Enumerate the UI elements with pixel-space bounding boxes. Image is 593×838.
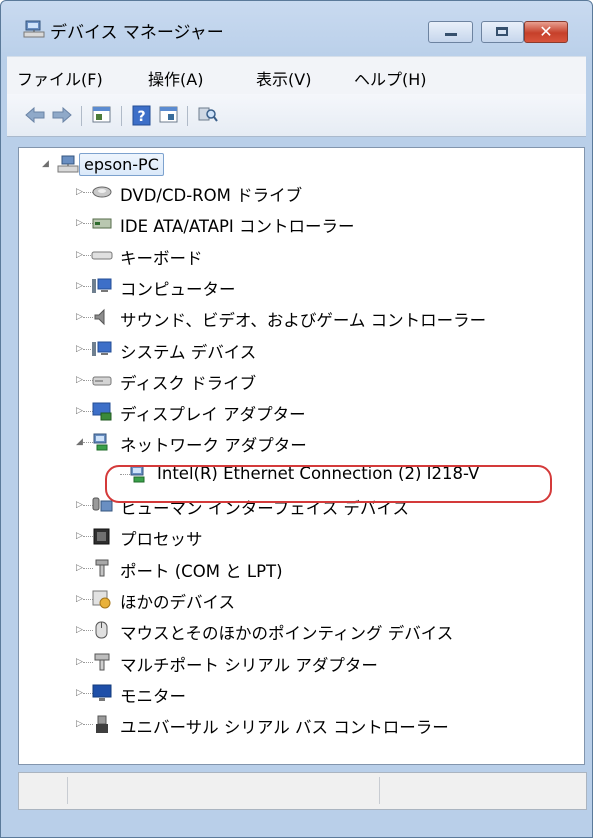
close-button[interactable]: ✕	[524, 21, 568, 43]
category-node[interactable]: ▷ ディスク ドライブ	[19, 368, 579, 394]
device-manager-window: デバイス マネージャー ✕ ファイル(F) 操作(A) 表示(V) ヘルプ(H)…	[0, 0, 593, 838]
category-label: プロセッサ	[120, 530, 203, 550]
category-label: ユニバーサル シリアル バス コントローラー	[120, 718, 449, 738]
menu-bar: ファイル(F) 操作(A) 表示(V) ヘルプ(H)	[7, 56, 586, 95]
menu-action[interactable]: 操作(A)	[148, 66, 203, 90]
menu-help[interactable]: ヘルプ(H)	[354, 66, 427, 90]
keyboard-icon	[91, 251, 113, 260]
tree-root[interactable]: ◢ epson-PC	[19, 148, 319, 176]
minimize-button[interactable]	[428, 21, 473, 43]
category-label: ネットワーク アダプター	[120, 436, 307, 456]
category-node[interactable]: ▷ キーボード	[19, 243, 579, 269]
highlight-ring	[105, 465, 552, 503]
dvd-drive-icon	[92, 186, 112, 198]
mouse-icon	[95, 621, 108, 639]
usb-icon	[96, 715, 108, 734]
menu-view[interactable]: 表示(V)	[256, 66, 311, 90]
minimize-icon	[445, 33, 457, 36]
view-icon[interactable]	[158, 105, 180, 125]
svg-text:?: ?	[137, 109, 145, 125]
computer-icon	[92, 278, 112, 293]
computer-root-icon	[57, 155, 79, 173]
category-node[interactable]: ▷ マルチポート シリアル アダプター	[19, 650, 579, 676]
title-bar[interactable]: デバイス マネージャー ✕	[1, 1, 592, 49]
category-node[interactable]: ▷ ユニバーサル シリアル バス コントローラー	[19, 712, 579, 738]
category-node[interactable]: ▷ DVD/CD-ROM ドライブ	[19, 180, 579, 206]
network-adapter-icon	[93, 433, 108, 451]
category-label: ディスク ドライブ	[120, 373, 257, 393]
category-label: システム デバイス	[120, 342, 257, 362]
category-label: コンピューター	[120, 279, 236, 299]
category-label: マウスとそのほかのポインティング デバイス	[120, 624, 454, 644]
category-node[interactable]: ▷ コンピューター	[19, 274, 579, 300]
ide-controller-icon	[92, 218, 112, 229]
unknown-device-icon	[92, 590, 111, 609]
root-label[interactable]: epson-PC	[79, 153, 164, 176]
toolbar-separator	[81, 106, 82, 126]
collapse-icon[interactable]: ◢	[42, 159, 52, 169]
toolbar: ?	[7, 94, 586, 137]
category-node[interactable]: ▷ モニター	[19, 681, 579, 707]
scan-hardware-icon[interactable]	[197, 105, 219, 125]
toolbar-separator	[187, 106, 188, 126]
display-adapter-icon	[92, 402, 112, 421]
category-node[interactable]: ▷ IDE ATA/ATAPI コントローラー	[19, 211, 579, 237]
menu-file[interactable]: ファイル(F)	[17, 66, 103, 90]
category-node[interactable]: ▷ サウンド、ビデオ、およびゲーム コントローラー	[19, 305, 579, 331]
properties-icon[interactable]	[91, 105, 113, 125]
category-label: キーボード	[120, 248, 203, 268]
category-node[interactable]: ▷ ポート (COM と LPT)	[19, 556, 579, 582]
category-label: マルチポート シリアル アダプター	[120, 655, 378, 675]
category-label: サウンド、ビデオ、およびゲーム コントローラー	[120, 311, 487, 331]
multiport-icon	[94, 653, 110, 670]
device-manager-icon	[23, 20, 45, 38]
system-device-icon	[92, 341, 112, 356]
maximize-icon	[496, 27, 508, 36]
category-node[interactable]: ▷ ほかのデバイス	[19, 587, 579, 613]
processor-icon	[93, 528, 110, 545]
category-label: モニター	[120, 686, 186, 706]
status-bar	[18, 772, 587, 810]
status-separator	[379, 777, 380, 804]
monitor-icon	[92, 684, 112, 701]
back-arrow-icon[interactable]	[24, 105, 46, 125]
toolbar-separator	[121, 106, 122, 126]
status-separator	[67, 777, 68, 804]
window-title: デバイス マネージャー	[50, 23, 224, 43]
maximize-button[interactable]	[481, 21, 524, 43]
close-icon: ✕	[539, 22, 553, 41]
category-label: ほかのデバイス	[120, 592, 236, 612]
help-icon[interactable]: ?	[131, 105, 153, 127]
category-label: ポート (COM と LPT)	[120, 561, 283, 581]
category-node[interactable]: ◢ ネットワーク アダプター	[19, 430, 579, 456]
forward-arrow-icon[interactable]	[51, 105, 73, 125]
category-label: DVD/CD-ROM ドライブ	[120, 186, 303, 205]
category-label: IDE ATA/ATAPI コントローラー	[120, 217, 355, 237]
category-node[interactable]: ▷ ディスプレイ アダプター	[19, 399, 579, 425]
category-node[interactable]: ▷ システム デバイス	[19, 337, 579, 363]
port-icon	[95, 559, 109, 577]
disk-drive-icon	[92, 376, 112, 386]
device-tree[interactable]: ◢ epson-PC ▷ DVD/CD-ROM ドライブ ▷ IDE ATA/ATAP…	[18, 147, 585, 765]
category-label: ディスプレイ アダプター	[120, 405, 306, 425]
category-node[interactable]: ▷ プロセッサ	[19, 524, 579, 550]
speaker-icon	[94, 308, 105, 326]
category-node[interactable]: ▷ マウスとそのほかのポインティング デバイス	[19, 618, 579, 644]
